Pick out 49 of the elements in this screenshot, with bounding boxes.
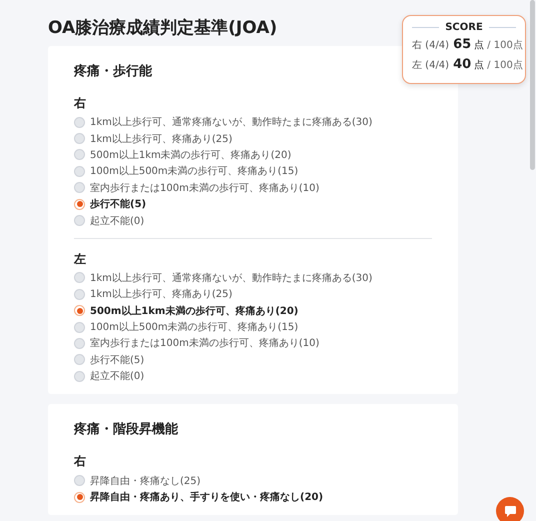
score-value: 65 [453,37,472,52]
score-total: / 100点 [487,58,523,72]
radio-button[interactable] [74,305,85,316]
radio-button[interactable] [74,182,85,194]
score-label: 左 (4/4) [412,59,450,72]
radio-option[interactable]: 昇降自由・疼痛あり、手すりを使い・疼痛なし(20) [74,488,324,506]
radio-button[interactable] [74,133,85,144]
radio-option[interactable]: 歩行不能(5) [74,196,146,212]
score-unit: 点 [474,58,484,72]
radio-option[interactable]: 室内歩行または100m未満の歩行可、疼痛あり(10) [74,180,320,196]
radio-button[interactable] [74,492,85,503]
radio-option[interactable]: 歩行不能(5) [74,352,144,368]
radio-button[interactable] [74,215,85,226]
score-unit: 点 [474,38,484,52]
section-title: 疼痛・歩行能 [74,62,152,80]
side-label: 右 [74,453,87,470]
radio-button[interactable] [74,116,85,128]
radio-button[interactable] [74,354,85,366]
chat-button[interactable] [496,497,524,521]
radio-button[interactable] [74,370,85,382]
radio-button[interactable] [74,475,85,486]
radio-button[interactable] [74,166,85,177]
score-total: / 100点 [487,38,523,52]
radio-button[interactable] [74,288,85,300]
radio-option[interactable]: 500m以上1km未満の歩行可、疼痛あり(20) [74,302,298,319]
radio-button[interactable] [74,338,85,349]
radio-button[interactable] [74,272,85,284]
radio-option[interactable]: 起立不能(0) [74,212,144,229]
radio-option[interactable]: 1km以上歩行可、通常疼痛ないが、動作時たまに疼痛ある(30) [74,114,372,130]
radio-option[interactable]: 1km以上歩行可、通常疼痛ないが、動作時たまに疼痛ある(30) [74,270,372,286]
radio-button[interactable] [74,198,85,210]
score-title: SCORE [445,22,483,33]
radio-button[interactable] [74,149,85,160]
side-label: 右 [74,95,87,112]
radio-option[interactable]: 室内歩行または100m未満の歩行可、疼痛あり(10) [74,335,320,352]
section-title: 疼痛・階段昇機能 [74,420,178,438]
radio-option[interactable]: 100m以上500m未満の歩行可、疼痛あり(15) [74,318,298,336]
chat-icon [502,503,518,519]
radio-option[interactable]: 起立不能(0) [74,368,144,384]
radio-option[interactable]: 1km以上歩行可、疼痛あり(25) [74,286,232,303]
radio-option[interactable]: 昇降自由・疼痛なし(25) [74,472,201,489]
radio-button[interactable] [74,322,85,333]
radio-option[interactable]: 100m以上500m未満の歩行可、疼痛あり(15) [74,163,298,180]
score-value: 40 [453,57,472,72]
radio-option[interactable]: 1km以上歩行可、疼痛あり(25) [74,130,232,147]
score-label: 右 (4/4) [412,39,450,52]
radio-option[interactable]: 500m以上1km未満の歩行可、疼痛あり(20) [74,146,292,164]
scrollbar[interactable] [530,0,535,170]
side-label: 左 [74,250,87,268]
